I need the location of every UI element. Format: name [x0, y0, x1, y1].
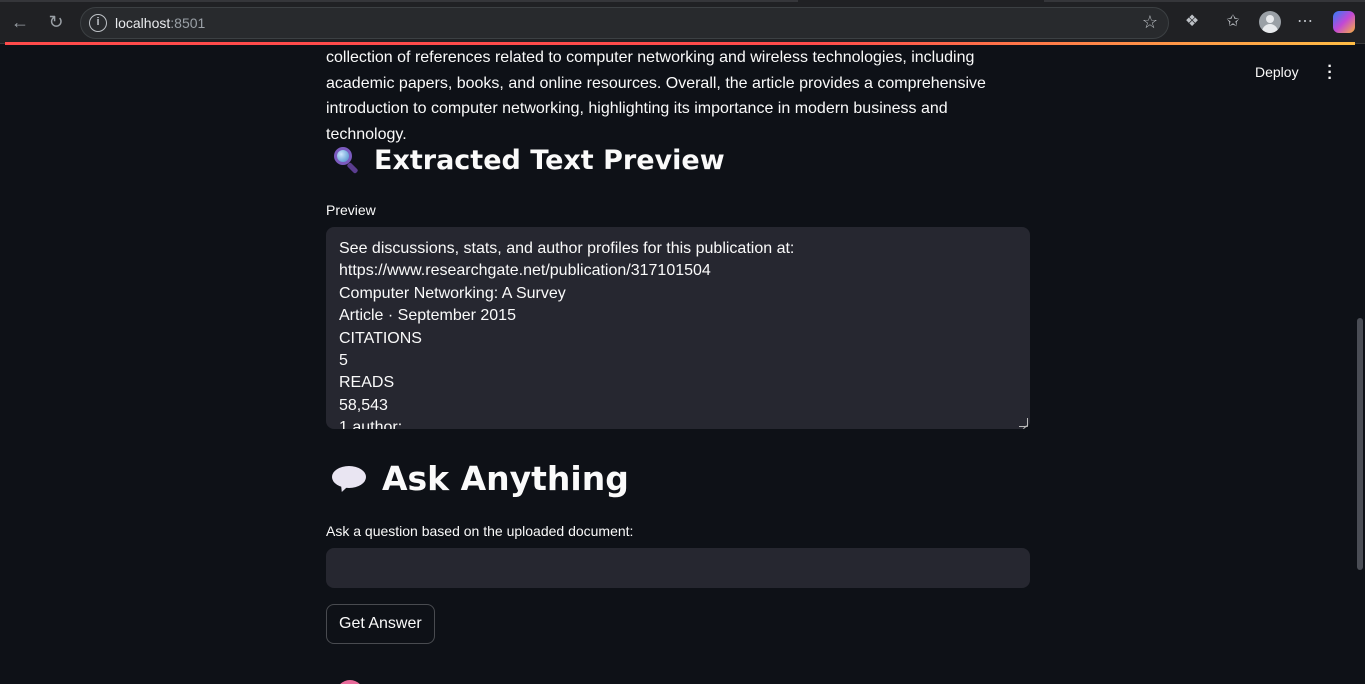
browser-toolbar: ← ↻ i localhost:8501 ☆ ❖ ✩ ⋯ [0, 0, 1365, 44]
next-section-icon [336, 680, 364, 684]
preview-line: 1 author: [339, 419, 403, 429]
back-icon[interactable]: ← [8, 10, 32, 34]
address-bar[interactable]: i localhost:8501 ☆ [80, 7, 1169, 39]
preview-line: https://www.researchgate.net/publication… [339, 262, 711, 280]
preview-line: Computer Networking: A Survey [339, 284, 566, 302]
more-menu-icon[interactable]: ⋯ [1294, 11, 1316, 33]
scrollbar-thumb[interactable] [1357, 318, 1363, 570]
preview-label: Preview [326, 202, 376, 218]
favorites-icon[interactable]: ✩ [1222, 11, 1244, 33]
url-port: :8501 [170, 15, 206, 31]
site-info-icon[interactable]: i [89, 14, 107, 32]
summary-text: collection of references related to comp… [326, 49, 986, 143]
magnifier-icon [332, 145, 360, 175]
question-input[interactable] [326, 548, 1030, 588]
favorite-star-icon[interactable]: ☆ [1142, 12, 1158, 33]
url-host: localhost [115, 15, 171, 31]
main-menu-icon[interactable]: · · · [1325, 59, 1335, 87]
question-label: Ask a question based on the uploaded doc… [326, 523, 634, 539]
preview-line: CITATIONS [339, 329, 422, 347]
preview-line: 5 [339, 352, 348, 370]
textarea-resize-handle[interactable] [1019, 418, 1028, 427]
reload-icon[interactable]: ↻ [44, 10, 68, 34]
ask-anything-heading: Ask Anything [326, 459, 629, 498]
page-scrollbar[interactable] [1355, 45, 1365, 684]
streamlit-app: Deploy · · · collection of references rela… [5, 45, 1355, 684]
deploy-button[interactable]: Deploy [1255, 64, 1299, 80]
preview-textarea[interactable]: See discussions, stats, and author profi… [326, 227, 1030, 429]
speech-bubble-icon [332, 464, 368, 494]
ask-heading-text: Ask Anything [382, 459, 629, 498]
address-url[interactable]: localhost:8501 [115, 15, 205, 31]
preview-line: See discussions, stats, and author profi… [339, 240, 795, 257]
extracted-heading-text: Extracted Text Preview [374, 145, 725, 176]
copilot-icon[interactable] [1333, 11, 1355, 33]
preview-line: Article · September 2015 [339, 307, 516, 325]
get-answer-button[interactable]: Get Answer [326, 604, 435, 644]
profile-avatar-icon[interactable] [1259, 11, 1281, 33]
tab-strip-edge [0, 0, 1365, 2]
preview-line: READS [339, 374, 395, 392]
preview-line: 58,543 [339, 396, 388, 414]
extensions-icon[interactable]: ❖ [1181, 11, 1203, 33]
extracted-text-heading: Extracted Text Preview [326, 145, 725, 176]
